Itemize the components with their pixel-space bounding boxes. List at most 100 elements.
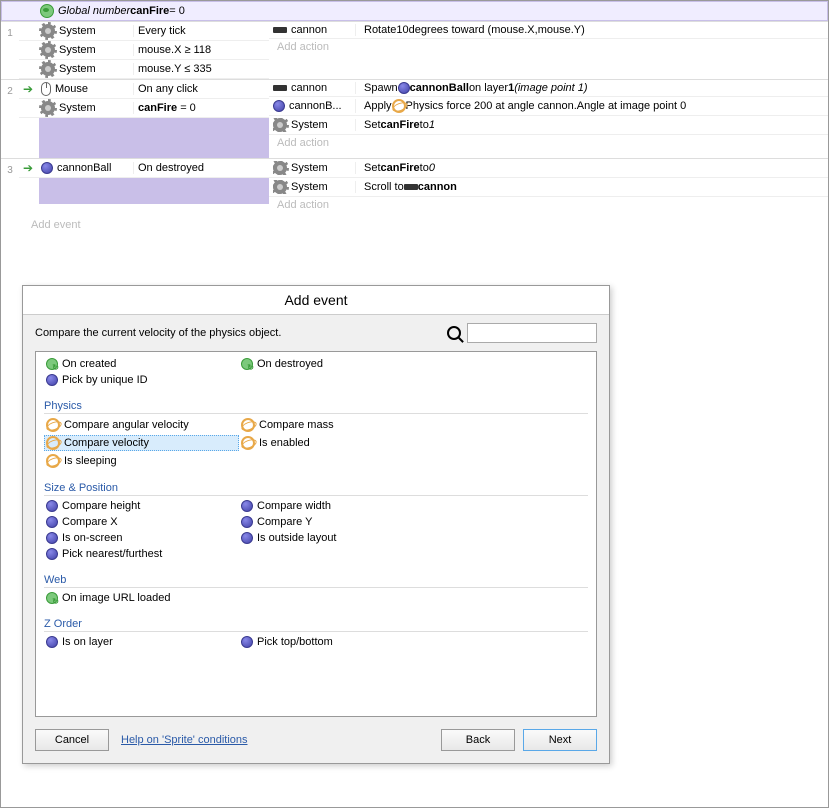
condition-item-label: Is enabled (259, 437, 310, 449)
dialog-title: Add event (23, 286, 609, 315)
condition-item[interactable]: Compare X (44, 515, 239, 529)
condition-item[interactable]: Compare height (44, 499, 239, 513)
ball-icon (241, 516, 253, 528)
condition-item-label: Pick nearest/furthest (62, 548, 162, 560)
condition-item-label: On created (62, 358, 116, 370)
global-prefix: Global number (58, 5, 130, 17)
condition-row[interactable]: SystemcanFire = 0 (19, 99, 269, 118)
object-label: System (59, 102, 96, 114)
condition-item[interactable]: On image URL loaded (44, 591, 239, 605)
object-label: Mouse (55, 83, 88, 95)
search-icon[interactable] (447, 326, 461, 340)
condition-item[interactable]: Is sleeping (44, 453, 239, 469)
action-text: Set canFire to 0 (355, 162, 824, 174)
condition-item[interactable]: Pick top/bottom (239, 635, 434, 649)
condition-item-label: Compare Y (257, 516, 312, 528)
action-row[interactable]: cannonRotate 10 degrees toward (mouse.X,… (269, 22, 828, 39)
condition-item-label: On image URL loaded (62, 592, 170, 604)
condition-item[interactable]: Compare width (239, 499, 434, 513)
action-row[interactable]: cannonB...Apply Physics force 200 at ang… (269, 97, 828, 116)
action-row[interactable]: SystemSet canFire to 1 (269, 116, 828, 135)
condition-item[interactable]: On created (44, 357, 239, 371)
action-row[interactable]: System Set canFire to 0 (269, 159, 828, 178)
dialog-desc: Compare the current velocity of the phys… (35, 327, 281, 339)
condition-row[interactable]: ➔cannonBallOn destroyed (19, 159, 269, 178)
actions-column: cannonRotate 10 degrees toward (mouse.X,… (269, 22, 828, 79)
physics-icon (241, 418, 255, 432)
condition-item-label: Compare angular velocity (64, 419, 189, 431)
trigger-arrow-icon: ➔ (23, 82, 33, 96)
globe-icon (46, 592, 58, 604)
condition-list-panel[interactable]: On created On destroyed Pick by unique ID P… (35, 351, 597, 717)
action-row[interactable]: cannonSpawn cannonBall on layer 1 (image… (269, 80, 828, 97)
condition-row[interactable]: SystemEvery tick (19, 22, 269, 41)
cancel-button[interactable]: Cancel (35, 729, 109, 751)
condition-item[interactable]: Compare Y (239, 515, 434, 529)
cannon-icon (273, 27, 287, 33)
action-text: Set canFire to 1 (355, 119, 824, 131)
global-var-row[interactable]: Global number canFire = 0 (1, 1, 828, 21)
condition-item[interactable]: Compare mass (239, 417, 434, 433)
add-event-link[interactable]: Add event (1, 213, 828, 237)
ball-icon (46, 374, 58, 386)
condition-item-label: Is on layer (62, 636, 113, 648)
global-name: canFire (130, 5, 169, 17)
globe-icon (40, 4, 54, 18)
globe-icon (46, 358, 58, 370)
object-label: cannonBall (57, 162, 111, 174)
back-button[interactable]: Back (441, 729, 515, 751)
global-eq: = 0 (169, 5, 185, 17)
condition-row[interactable]: ➔ Mouse On any click (19, 80, 269, 99)
add-action-link[interactable]: Add action (269, 197, 828, 213)
condition-item[interactable]: Pick by unique ID (44, 373, 239, 387)
condition-item-label: On destroyed (257, 358, 323, 370)
condition-text: mouse.X ≥ 118 (133, 44, 265, 56)
object-label: System (59, 44, 96, 56)
condition-item-label: Is outside layout (257, 532, 337, 544)
action-row[interactable]: SystemScroll to cannon (269, 178, 828, 197)
condition-item[interactable]: Is on-screen (44, 531, 239, 545)
event-block: 1SystemEvery tickSystemmouse.X ≥ 118Syst… (1, 21, 828, 79)
gear-icon (41, 62, 55, 76)
action-object-label: System (291, 162, 328, 174)
ball-icon (46, 516, 58, 528)
event-block: 3➔cannonBallOn destroyedSystemSet canFir… (1, 158, 828, 213)
condition-text: On any click (133, 83, 265, 95)
condition-item-label: Is sleeping (64, 455, 117, 467)
object-label: System (59, 63, 96, 75)
action-object-label: cannon (291, 24, 327, 36)
condition-item-label: Is on-screen (62, 532, 123, 544)
help-link[interactable]: Help on 'Sprite' conditions (121, 734, 248, 746)
condition-item[interactable]: Is outside layout (239, 531, 434, 545)
event-number: 1 (1, 22, 19, 79)
condition-row[interactable]: Systemmouse.Y ≤ 335 (19, 60, 269, 79)
conditions-column: ➔cannonBallOn destroyed (19, 159, 269, 213)
add-action-link[interactable]: Add action (269, 135, 828, 151)
condition-item[interactable]: Compare velocity (44, 435, 239, 451)
search-area (447, 323, 597, 343)
action-object-label: System (291, 181, 328, 193)
condition-item[interactable]: Is enabled (239, 435, 434, 451)
search-input[interactable] (467, 323, 597, 343)
category-header: Physics (44, 400, 588, 414)
condition-item[interactable]: Is on layer (44, 635, 239, 649)
condition-item[interactable]: Compare angular velocity (44, 417, 239, 433)
conditions-column: SystemEvery tickSystemmouse.X ≥ 118Syste… (19, 22, 269, 79)
trigger-arrow-icon: ➔ (23, 161, 33, 175)
next-button[interactable]: Next (523, 729, 597, 751)
condition-item-label: Pick top/bottom (257, 636, 333, 648)
ball-icon (46, 500, 58, 512)
physics-icon (46, 418, 60, 432)
ball-icon (46, 636, 58, 648)
globe-icon (241, 358, 253, 370)
gear-icon (273, 118, 287, 132)
condition-item[interactable]: On destroyed (239, 357, 434, 371)
ball-icon (41, 162, 53, 174)
condition-text: Every tick (133, 25, 265, 37)
add-action-link[interactable]: Add action (269, 39, 828, 55)
condition-item-label: Compare velocity (64, 437, 149, 449)
ball-icon (241, 500, 253, 512)
action-object-label: cannonB... (289, 100, 342, 112)
condition-row[interactable]: System mouse.X ≥ 118 (19, 41, 269, 60)
condition-item[interactable]: Pick nearest/furthest (44, 547, 239, 561)
